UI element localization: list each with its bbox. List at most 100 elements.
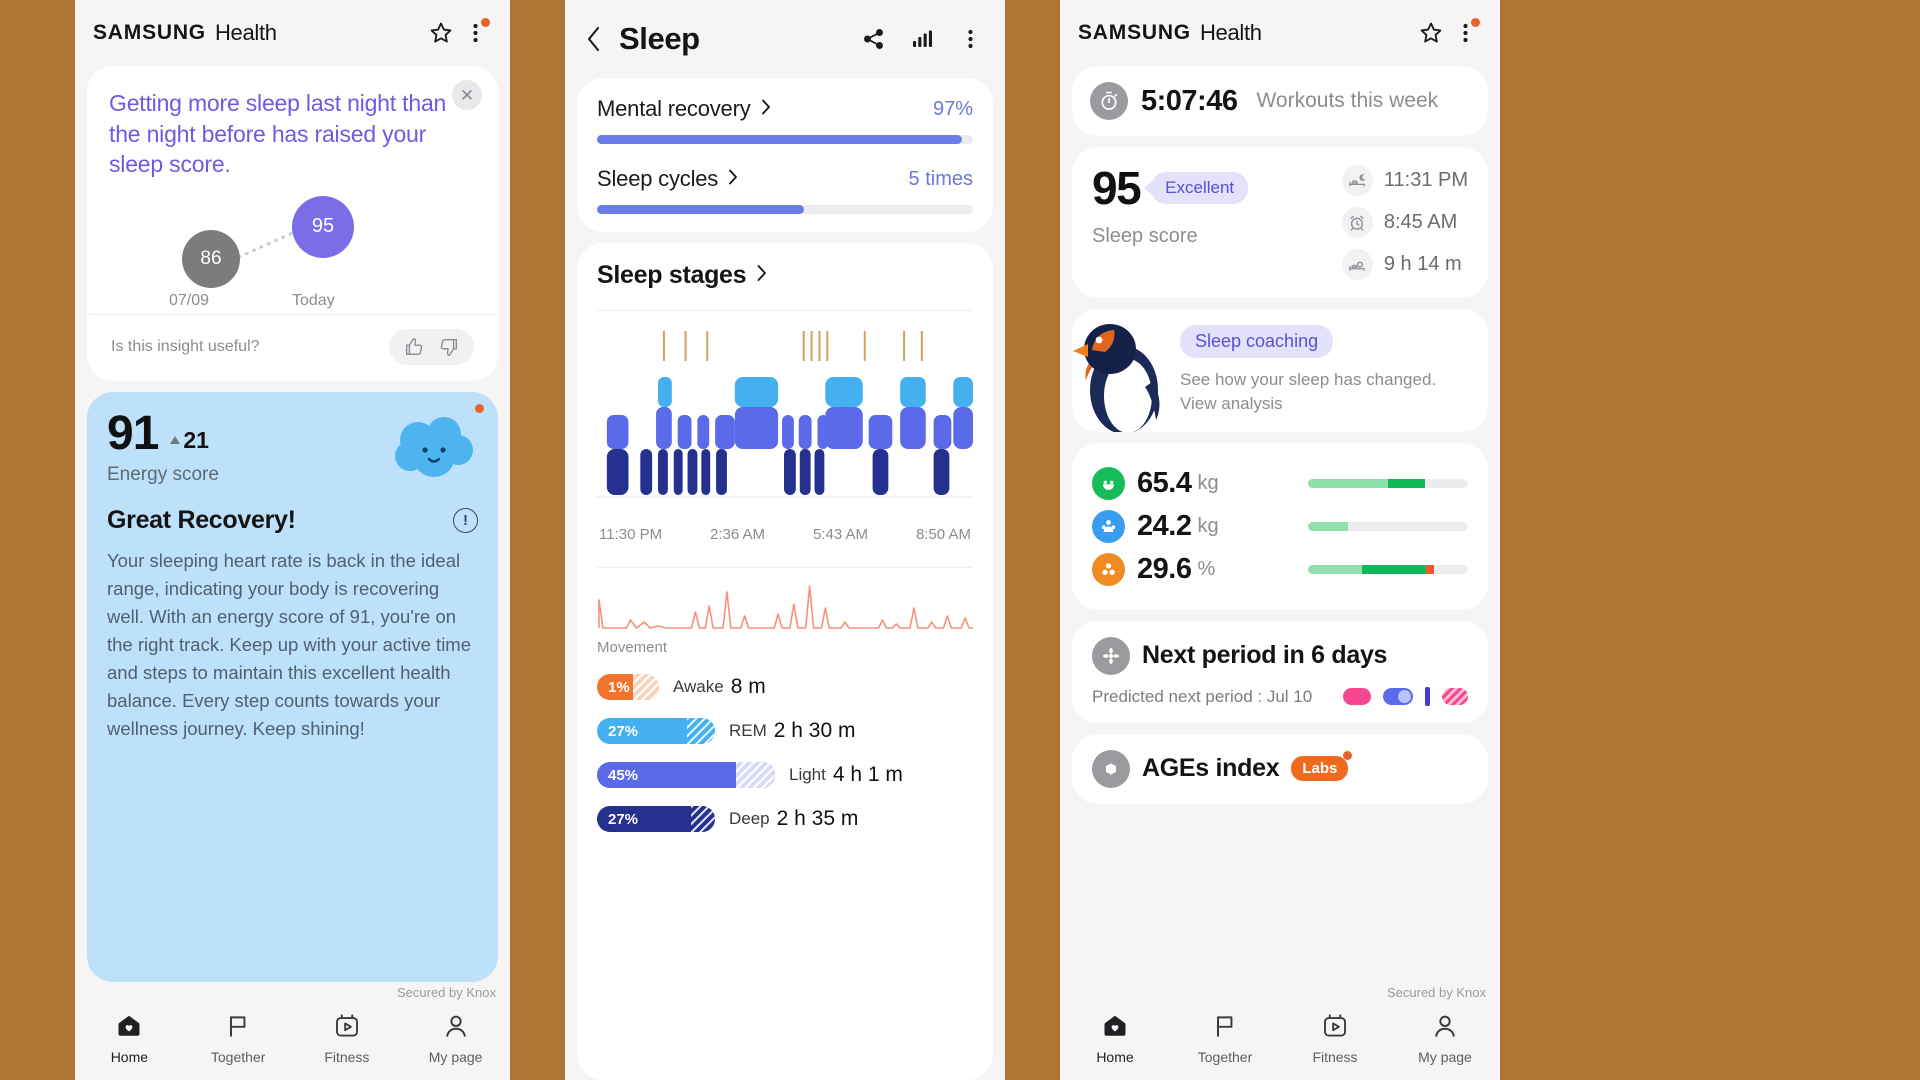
knox-label-home: Secured by Knox: [396, 985, 496, 1000]
flower-icon: [1092, 636, 1130, 675]
period-marker-group: [1343, 687, 1468, 707]
legend-stage-name: Light: [789, 765, 826, 784]
composition-bar: [1308, 478, 1468, 488]
bar-chart-icon[interactable]: [905, 22, 939, 56]
kebab-menu-icon[interactable]: [458, 16, 492, 50]
app-header-home: SAMSUNG Health: [75, 0, 510, 66]
metric-progress-fill: [597, 205, 804, 214]
sleep-score-card[interactable]: 95 Excellent Sleep score 11:31 PM 8:45 A…: [1072, 147, 1488, 298]
close-icon[interactable]: ✕: [452, 80, 482, 110]
current-score-bubble: 95: [292, 195, 354, 258]
sleep-stat-value: 8:45 AM: [1383, 211, 1458, 233]
period-title: Next period in 6 days: [1142, 641, 1388, 670]
legend-row-awake: 1% Awake 8 m: [597, 674, 973, 700]
composition-unit: kg: [1197, 514, 1219, 537]
score-connector-dots: [237, 226, 299, 262]
legend-percent: 27%: [608, 722, 639, 740]
legend-row-deep: 27% Deep 2 h 35 m: [597, 806, 973, 832]
nav-item-together[interactable]: Together: [184, 1012, 293, 1065]
hypnogram-axis-labels: 11:30 PM 2:36 AM 5:43 AM 8:50 AM: [597, 526, 973, 543]
nav-label-together: Together: [1197, 1048, 1253, 1065]
nav-item-together[interactable]: Together: [1170, 1012, 1280, 1065]
sleep-stat-duration: 9 h 14 m: [1341, 249, 1468, 280]
composition-value: 29.6: [1137, 552, 1192, 585]
thumbs-down-icon[interactable]: [438, 336, 460, 358]
kebab-menu-icon[interactable]: [1448, 16, 1482, 50]
person-icon: [442, 1012, 470, 1043]
legend-bar: 27%: [597, 718, 715, 744]
energy-score-delta: 21: [170, 427, 209, 458]
back-chevron-icon[interactable]: [583, 24, 605, 54]
sleep-score-top-row: 95 Excellent: [1092, 165, 1342, 211]
sleep-stages-title: Sleep stages: [597, 261, 747, 289]
home-scroll-body-2[interactable]: 5:07:46 Workouts this week 95 Excellent …: [1060, 66, 1500, 982]
nav-item-home[interactable]: Home: [75, 1012, 184, 1065]
sleep-header: Sleep: [565, 0, 1005, 78]
sleep-score-badge: Excellent: [1151, 172, 1249, 204]
metric-mental-recovery[interactable]: Mental recovery 97%: [597, 96, 973, 144]
nav-item-home[interactable]: Home: [1060, 1012, 1170, 1065]
delta-up-icon: [170, 436, 181, 445]
bottom-nav-home: Home Together Fitness My page: [75, 1002, 510, 1080]
legend-duration: 4 h 1 m: [832, 763, 903, 786]
legend-bar: 45%: [597, 762, 775, 788]
composition-row-body-fat: 29.6 %: [1092, 552, 1468, 586]
metric-value: 97%: [932, 97, 973, 120]
share-icon[interactable]: [857, 22, 891, 56]
sleep-metrics-card[interactable]: Mental recovery 97% Sleep cycles 5 times: [577, 78, 993, 232]
period-card[interactable]: Next period in 6 days Predicted next per…: [1072, 620, 1488, 723]
legend-percent: 27%: [608, 810, 639, 828]
energy-score-card[interactable]: 91 21 Energy score Great Recovery! ! You…: [87, 391, 498, 982]
home-scroll-body[interactable]: ✕ Getting more sleep last night than the…: [75, 66, 510, 982]
nav-item-fitness[interactable]: Fitness: [293, 1012, 402, 1065]
sleep-score-left: 95 Excellent Sleep score: [1092, 165, 1342, 280]
weight-scale-icon: [1092, 466, 1125, 500]
movement-trace: [598, 585, 973, 629]
ages-index-card[interactable]: AGEs index Labs: [1072, 733, 1488, 804]
composition-bar-light: [1308, 521, 1348, 531]
metric-name: Mental recovery: [597, 96, 751, 121]
star-icon[interactable]: [1414, 16, 1448, 50]
insight-card[interactable]: ✕ Getting more sleep last night than the…: [87, 66, 498, 381]
labs-badge: Labs: [1291, 751, 1353, 782]
pink-pill-marker: [1343, 688, 1371, 706]
star-icon[interactable]: [424, 16, 458, 50]
sleep-stat-value: 11:31 PM: [1383, 169, 1468, 191]
sleep-coaching-badge: Sleep coaching: [1180, 325, 1334, 358]
composition-value: 24.2: [1137, 509, 1192, 542]
nav-label-home: Home: [1096, 1048, 1134, 1065]
phone-panel-home: SAMSUNG Health ✕ Getting more sleep last…: [75, 0, 510, 1080]
workout-summary-card[interactable]: 5:07:46 Workouts this week: [1072, 66, 1488, 136]
info-icon[interactable]: !: [453, 507, 478, 533]
health-wordmark: Health: [1199, 20, 1262, 45]
axis-tick: 5:43 AM: [812, 526, 869, 543]
chevron-right-icon: [727, 168, 739, 191]
metric-sleep-cycles[interactable]: Sleep cycles 5 times: [597, 166, 973, 214]
delta-value: 21: [183, 426, 209, 453]
sleep-coaching-body: Sleep coaching See how your sleep has ch…: [1176, 309, 1488, 432]
metric-progress-track: [597, 205, 973, 214]
app-header-home-2: SAMSUNG Health: [1060, 0, 1500, 66]
sleep-scroll-body[interactable]: Mental recovery 97% Sleep cycles 5 times…: [565, 78, 1005, 1080]
body-composition-card[interactable]: 65.4 kg 24.2 kg 29.6 %: [1072, 442, 1488, 610]
sleep-stages-title-row[interactable]: Sleep stages: [597, 261, 973, 290]
sleep-coaching-line2[interactable]: View analysis: [1180, 392, 1472, 416]
metric-name: Sleep cycles: [597, 166, 719, 191]
nav-item-fitness[interactable]: Fitness: [1280, 1012, 1390, 1065]
sleep-stat-waketime: 8:45 AM: [1341, 207, 1468, 238]
labs-badge-label: Labs: [1302, 760, 1338, 778]
feedback-buttons: [389, 328, 474, 365]
legend-duration: 8 m: [730, 675, 766, 698]
composition-bar: [1308, 521, 1468, 531]
sleep-coaching-card[interactable]: Sleep coaching See how your sleep has ch…: [1072, 309, 1488, 432]
thumbs-up-icon[interactable]: [403, 336, 425, 358]
composition-bar-dark: [1388, 478, 1425, 488]
nav-item-my-page[interactable]: My page: [1390, 1012, 1500, 1065]
composition-bar-light: [1308, 478, 1388, 488]
nav-item-my-page[interactable]: My page: [401, 1012, 510, 1065]
notification-dot: [1471, 18, 1480, 27]
legend-percent: 45%: [608, 766, 639, 784]
period-subtitle: Predicted next period : Jul 10: [1092, 686, 1313, 706]
kebab-menu-icon[interactable]: [953, 22, 987, 56]
sleep-stages-card[interactable]: Sleep stages 11:30 PM 2:36 AM 5:43 AM 8:…: [577, 243, 993, 1080]
